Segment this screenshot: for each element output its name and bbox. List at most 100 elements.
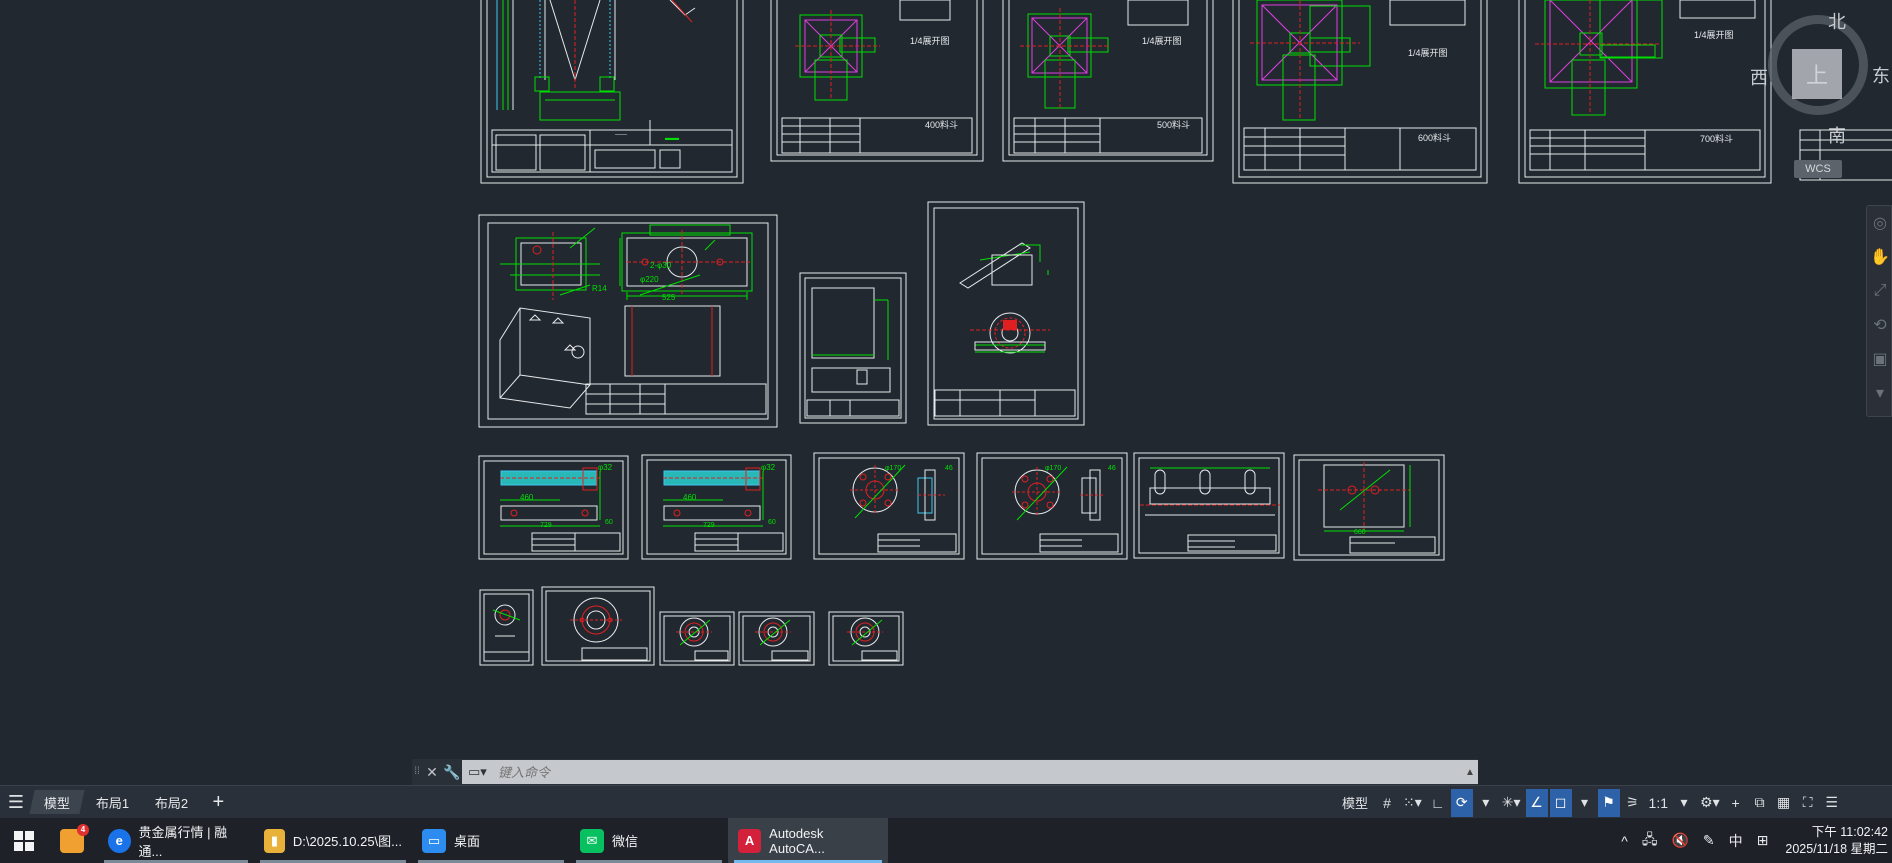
model-space-button[interactable]: 模型: [1336, 789, 1374, 817]
orbit-icon[interactable]: ⟲: [1867, 308, 1892, 342]
pan-icon[interactable]: ✋: [1867, 240, 1892, 274]
layout-menu-icon[interactable]: ☰: [0, 786, 32, 819]
sheet-small-plate: [799, 272, 907, 424]
wcs-menu[interactable]: WCS: [1794, 160, 1842, 178]
sheet-shaft-1: φ32 460 729 60: [478, 455, 629, 560]
annotation-scale[interactable]: 1:1: [1646, 789, 1671, 817]
status-bar: ☰ 模型 布局1 布局2 + 模型 # ⁙▾ ∟ ⟳ ▾ ✳▾ ∠ ◻ ▾ ⚑ …: [0, 785, 1892, 818]
compass-east[interactable]: 东: [1872, 62, 1890, 88]
svg-text:▬▬: ▬▬: [665, 135, 679, 142]
clock-date: 2025/11/18 星期二: [1785, 841, 1888, 856]
svg-text:φ32: φ32: [761, 463, 776, 472]
quick-properties-icon[interactable]: ▦: [1773, 789, 1795, 817]
show-hidden-icons-icon[interactable]: ^: [1614, 833, 1635, 849]
taskbar-browser[interactable]: e 贵金属行情 | 融通...: [98, 818, 254, 863]
svg-text:φ32: φ32: [598, 463, 613, 472]
command-line: ⁞⁞ ✕ 🔧 ▭▾ ▲: [412, 759, 1478, 785]
svg-text:60: 60: [605, 519, 613, 526]
network-icon[interactable]: 🖧: [1635, 829, 1665, 853]
compass-north[interactable]: 北: [1828, 8, 1846, 34]
svg-text:1/4展开图: 1/4展开图: [1408, 48, 1448, 58]
status-tray: 模型 # ⁙▾ ∟ ⟳ ▾ ✳▾ ∠ ◻ ▾ ⚑ ⚞ 1:1 ▾ ⚙▾ + ⧉ …: [1336, 786, 1845, 819]
notification-badge: 4: [77, 823, 89, 836]
svg-text:1/4展开图: 1/4展开图: [1142, 36, 1182, 46]
svg-text:700料斗: 700料斗: [1700, 133, 1733, 144]
pen-icon[interactable]: ✎: [1696, 832, 1722, 849]
grid-icon[interactable]: #: [1376, 789, 1398, 817]
zoom-extents-icon[interactable]: ⤢: [1867, 274, 1892, 308]
add-layout-icon[interactable]: +: [202, 791, 234, 814]
windows-start-icon[interactable]: [14, 830, 34, 851]
units-icon[interactable]: ⧉: [1749, 789, 1771, 817]
drawing-canvas[interactable]: —— ▬▬ 1/4展开图 400料斗 1/4展开图 500料斗 1/4展开图 6…: [0, 0, 1892, 785]
command-input[interactable]: [498, 761, 1462, 783]
compass-west[interactable]: 西: [1750, 64, 1768, 90]
svg-text:729: 729: [703, 522, 715, 529]
browser-icon: e: [108, 828, 131, 853]
tab-model[interactable]: 模型: [29, 790, 85, 814]
command-line-grip[interactable]: ⁞⁞: [412, 762, 422, 782]
autocad-window: —— ▬▬ 1/4展开图 400料斗 1/4展开图 500料斗 1/4展开图 6…: [0, 0, 1892, 863]
sheet-a: —— ▬▬: [480, 0, 744, 184]
svg-text:660: 660: [1354, 529, 1366, 536]
svg-text:525: 525: [662, 293, 676, 302]
sheet-flange-1: φ170 46: [813, 452, 965, 560]
osnap-dropdown-icon[interactable]: ▾: [1574, 789, 1596, 817]
tab-layout1[interactable]: 布局1: [81, 790, 143, 814]
volume-muted-icon[interactable]: 🔇: [1664, 832, 1695, 849]
sheet-small-3: [659, 611, 735, 666]
nav-customize-icon[interactable]: ▾: [1867, 376, 1892, 410]
sheet-flange-2: φ170 46: [976, 452, 1128, 560]
svg-text:φ170: φ170: [1045, 465, 1061, 472]
object-snap-tracking-icon[interactable]: ∠: [1525, 788, 1548, 817]
taskbar-autocad[interactable]: A Autodesk AutoCA...: [728, 818, 888, 863]
svg-text:1/4展开图: 1/4展开图: [1694, 30, 1734, 40]
system-clock[interactable]: 下午 11:02:42 2025/11/18 星期二: [1775, 824, 1892, 858]
system-tray: ^ 🖧 🔇 ✎ 中 ⊞ 下午 11:02:42 2025/11/18 星期二: [1614, 818, 1892, 863]
steering-wheel-icon[interactable]: ◎: [1867, 206, 1892, 240]
sheet-700-hopper: 1/4展开图 700料斗: [1518, 0, 1772, 184]
sheet-box-assembly: R14 2-φ30 φ220 525: [478, 214, 778, 428]
taskbar-desktop[interactable]: ▭ 桌面: [412, 818, 570, 863]
sheet-400-hopper: 1/4展开图 400料斗: [770, 0, 984, 162]
taskbar-app-launcher[interactable]: 4: [46, 818, 98, 863]
svg-text:60: 60: [768, 519, 776, 526]
taskbar-desktop-label: 桌面: [454, 834, 481, 849]
command-history-arrow-icon[interactable]: ▲: [1462, 767, 1478, 778]
object-snap-icon[interactable]: ◻: [1549, 788, 1572, 817]
sheet-bar-plate: [1133, 452, 1285, 559]
scale-dropdown-icon[interactable]: ▾: [1673, 789, 1695, 817]
svg-text:R14: R14: [592, 284, 607, 293]
annotation-visibility-icon[interactable]: ⚑: [1597, 788, 1620, 817]
input-method-icon[interactable]: ⊞: [1750, 832, 1776, 849]
customize-wrench-icon[interactable]: 🔧: [442, 759, 462, 785]
close-icon[interactable]: ✕: [422, 759, 442, 785]
tab-layout2[interactable]: 布局2: [141, 790, 203, 814]
showmotion-icon[interactable]: ▣: [1867, 342, 1892, 376]
isodraft-icon[interactable]: ✳▾: [1499, 789, 1524, 817]
svg-text:600料斗: 600料斗: [1418, 132, 1451, 143]
sheet-small-5: [828, 611, 904, 666]
snap-icon[interactable]: ⁙▾: [1400, 789, 1425, 817]
app-launcher-icon: 4: [60, 823, 89, 853]
ime-language[interactable]: 中: [1722, 831, 1750, 851]
recent-commands-icon[interactable]: ▭▾: [468, 764, 498, 780]
polar-tracking-icon[interactable]: ⟳: [1450, 788, 1473, 817]
annotation-monitor-icon[interactable]: +: [1725, 789, 1747, 817]
svg-text:46: 46: [945, 465, 953, 472]
workspace-gear-icon[interactable]: ⚙▾: [1697, 789, 1723, 817]
viewcube-top-face[interactable]: 上: [1792, 49, 1842, 99]
compass-south[interactable]: 南: [1828, 122, 1846, 148]
taskbar-explorer-folder[interactable]: ▮ D:\2025.10.25\图...: [254, 818, 412, 863]
fullscreen-icon[interactable]: ⛶: [1797, 789, 1819, 817]
taskbar-wechat[interactable]: ✉ 微信: [570, 818, 728, 863]
svg-text:1/4展开图: 1/4展开图: [910, 36, 950, 46]
ortho-icon[interactable]: ∟: [1427, 789, 1449, 817]
auto-scale-icon[interactable]: ⚞: [1622, 789, 1644, 817]
polar-dropdown-icon[interactable]: ▾: [1475, 789, 1497, 817]
svg-text:729: 729: [540, 522, 552, 529]
viewcube[interactable]: 上 北 南 东 西 WCS: [1748, 0, 1892, 178]
taskbar-autocad-label: Autodesk AutoCA...: [769, 825, 825, 856]
taskbar-wechat-label: 微信: [612, 834, 639, 849]
customize-menu-icon[interactable]: ☰: [1821, 789, 1843, 817]
